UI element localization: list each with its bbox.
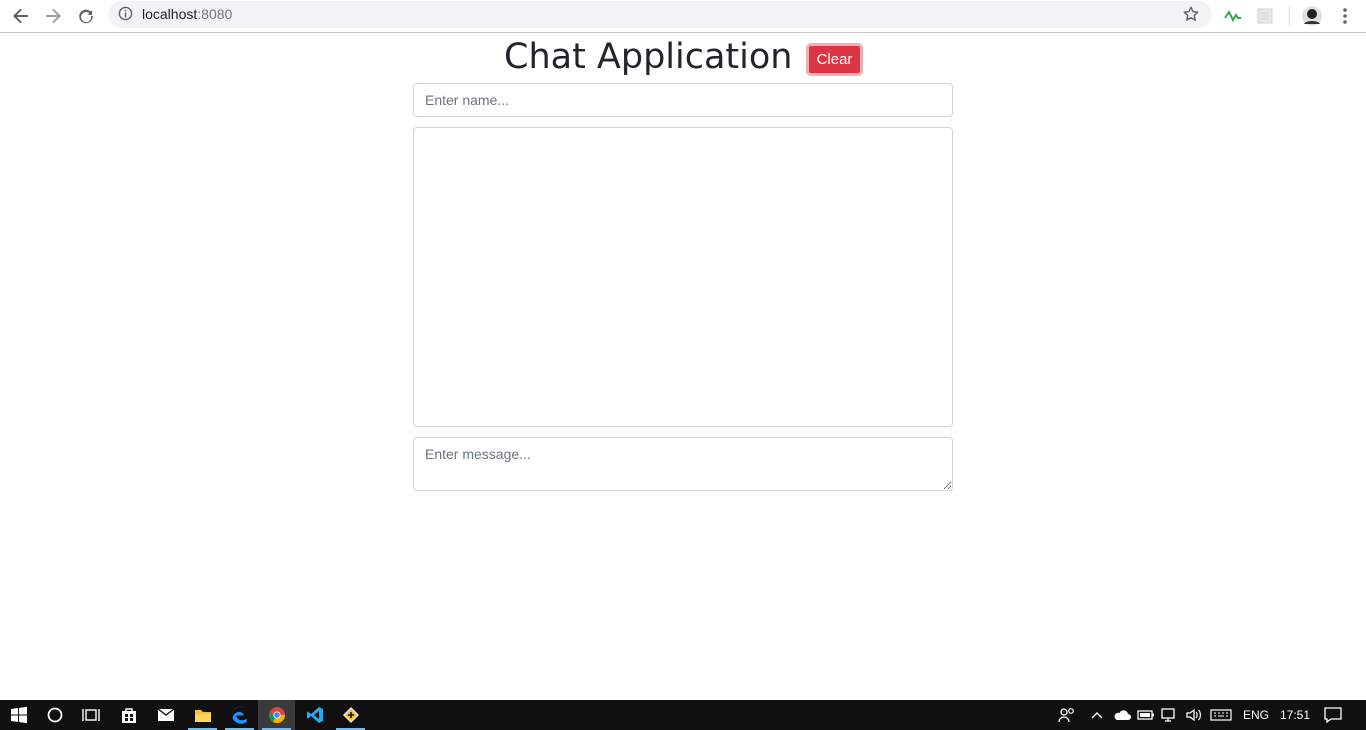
onedrive-cloud-icon[interactable]	[1110, 700, 1134, 730]
browser-toolbar: localhost:8080	[0, 0, 1366, 33]
volume-icon[interactable]	[1182, 700, 1206, 730]
address-bar[interactable]: localhost:8080	[108, 1, 1212, 28]
vscode-icon[interactable]	[296, 700, 333, 730]
task-view-icon[interactable]	[72, 700, 109, 730]
show-hidden-icons-chevron-icon[interactable]	[1086, 700, 1108, 730]
toolbar-divider	[1289, 7, 1290, 25]
people-icon[interactable]	[1050, 700, 1084, 730]
reload-icon[interactable]	[74, 4, 98, 28]
input-language[interactable]: ENG	[1243, 708, 1269, 722]
url-text: localhost:8080	[142, 6, 232, 22]
touch-keyboard-icon[interactable]	[1207, 700, 1235, 730]
bookmark-star-icon[interactable]	[1182, 5, 1200, 28]
name-input[interactable]	[413, 83, 953, 117]
clock-time[interactable]: 17:51	[1280, 708, 1310, 722]
chrome-icon[interactable]	[258, 700, 295, 730]
start-windows-icon[interactable]	[0, 700, 37, 730]
action-center-icon[interactable]	[1316, 700, 1350, 730]
battery-icon[interactable]	[1134, 700, 1158, 730]
info-icon[interactable]	[118, 6, 133, 26]
taskbar: ENG 17:51	[0, 700, 1366, 730]
store-icon[interactable]	[110, 700, 147, 730]
file-explorer-icon[interactable]	[184, 700, 221, 730]
cortana-search-icon[interactable]	[36, 700, 73, 730]
clear-button[interactable]: Clear	[806, 43, 863, 76]
network-icon[interactable]	[1158, 700, 1182, 730]
forward-arrow-icon[interactable]	[41, 4, 65, 28]
extension-grid-icon[interactable]	[1253, 4, 1277, 28]
browser-menu-icon[interactable]	[1333, 4, 1357, 28]
profile-avatar[interactable]	[1300, 4, 1324, 28]
messages-box[interactable]	[413, 127, 953, 427]
back-arrow-icon[interactable]	[9, 4, 33, 28]
edge-browser-icon[interactable]	[221, 700, 258, 730]
chat-page: Chat Application Clear	[0, 33, 1366, 700]
git-gui-icon[interactable]	[332, 700, 369, 730]
url-host: localhost	[142, 6, 198, 22]
extension-pulse-icon[interactable]	[1221, 4, 1245, 28]
page-title: Chat Application	[504, 37, 793, 77]
mail-icon[interactable]	[147, 700, 184, 730]
url-port: :8080	[197, 6, 233, 22]
message-input[interactable]	[413, 437, 953, 491]
